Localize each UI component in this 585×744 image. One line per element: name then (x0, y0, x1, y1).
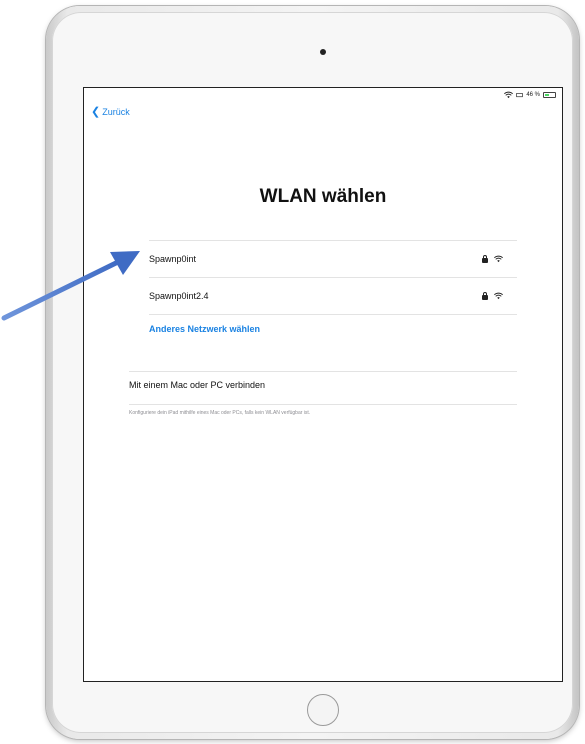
back-button[interactable]: ❮ Zurück (91, 105, 130, 118)
annotation-arrow (1, 251, 140, 321)
battery-percentage: 46 % (526, 92, 540, 98)
battery-fill (545, 94, 550, 96)
connect-mac-pc-button[interactable]: Mit einem Mac oder PC verbinden (129, 380, 265, 390)
battery-icon (543, 92, 556, 98)
network-name: Spawnp0int2.4 (149, 291, 209, 301)
stage: 46 % ❮ Zurück WLAN wählen Spawnp0int Spa… (0, 0, 585, 744)
chevron-left-icon: ❮ (91, 105, 101, 118)
divider (129, 371, 517, 372)
back-label: Zurück (102, 107, 130, 117)
ipad-screen: 46 % ❮ Zurück WLAN wählen Spawnp0int Spa… (83, 87, 563, 682)
wifi-icon (494, 255, 503, 263)
lock-icon (482, 292, 488, 300)
other-network-button[interactable]: Anderes Netzwerk wählen (149, 324, 260, 334)
wifi-icon (504, 91, 514, 99)
status-bar: 46 % (504, 91, 556, 99)
network-icons (482, 292, 503, 300)
divider (129, 404, 517, 405)
network-name: Spawnp0int (149, 254, 197, 264)
divider (149, 314, 517, 315)
lock-icon (482, 255, 488, 263)
wifi-icon (494, 292, 503, 300)
home-button[interactable] (307, 694, 339, 726)
ipad-bezel: 46 % ❮ Zurück WLAN wählen Spawnp0int Spa… (52, 12, 573, 733)
screen-mirroring-icon (516, 92, 524, 97)
camera-icon (320, 49, 326, 55)
network-icons (482, 255, 503, 263)
connect-mac-pc-description: Konfiguriere dein iPad mithilfe eines Ma… (129, 410, 311, 416)
network-row-spawnp0int2-4[interactable]: Spawnp0int2.4 (149, 278, 517, 314)
page-title: WLAN wählen (259, 186, 387, 207)
ipad-device-frame: 46 % ❮ Zurück WLAN wählen Spawnp0int Spa… (46, 6, 579, 739)
network-row-spawnp0int[interactable]: Spawnp0int (149, 241, 517, 277)
